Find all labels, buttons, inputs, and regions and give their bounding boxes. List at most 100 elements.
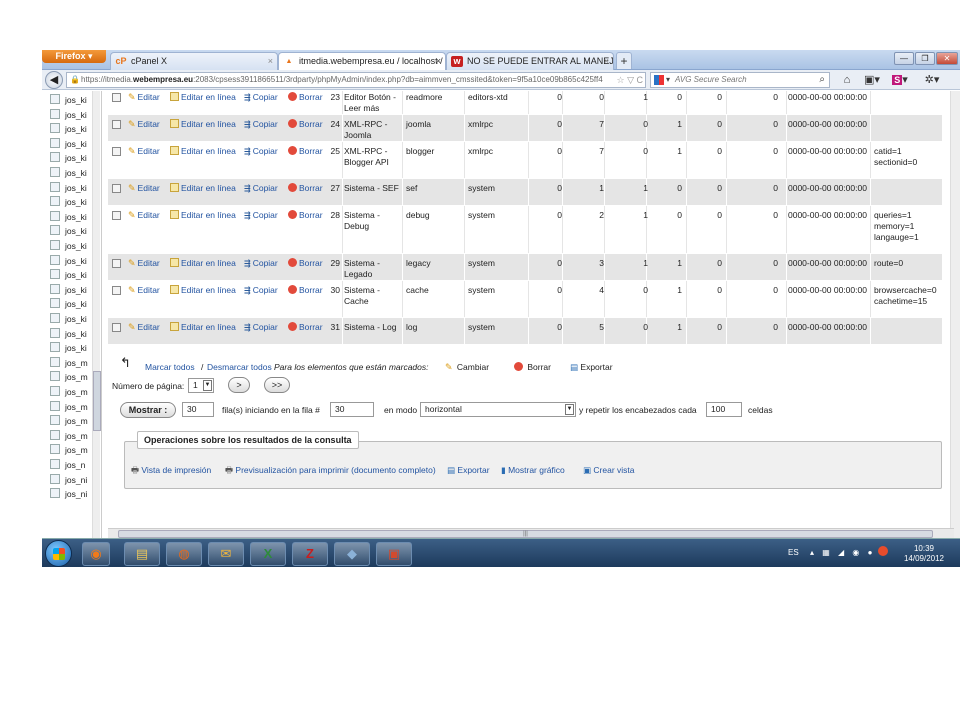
copy-link[interactable]: ⇶ Copiar xyxy=(244,210,278,221)
sidebar-table-item[interactable]: jos_n xyxy=(50,458,85,472)
sidebar-table-item[interactable]: jos_ki xyxy=(50,210,87,224)
explorer-icon[interactable]: ▤ xyxy=(124,542,160,566)
sidebar-table-item[interactable]: jos_m xyxy=(50,443,88,457)
create-view-link[interactable]: ▣ Crear vista xyxy=(583,464,635,476)
edit-link[interactable]: ✎ Editar xyxy=(128,258,160,269)
firefox-menu-button[interactable]: Firefox ▾ xyxy=(42,50,106,63)
tab-cpanel[interactable]: cP cPanel X × xyxy=(110,52,278,70)
minimize-button[interactable]: — xyxy=(894,52,914,65)
rows-count-input[interactable]: 30 xyxy=(182,402,214,417)
scroll-thumb[interactable] xyxy=(93,371,101,431)
sidebar-table-item[interactable]: jos_ki xyxy=(50,195,87,209)
sidebar-table-item[interactable]: jos_ki xyxy=(50,254,87,268)
close-icon[interactable]: × xyxy=(268,53,273,69)
row-checkbox[interactable] xyxy=(112,93,121,102)
show-chart-link[interactable]: ▮ Mostrar gráfico xyxy=(501,464,565,476)
sidebar-scrollbar[interactable] xyxy=(92,91,101,538)
edit-inline-link[interactable]: Editar en línea xyxy=(170,183,236,194)
reload-icon[interactable]: C xyxy=(637,75,644,85)
firefox-icon[interactable]: ◍ xyxy=(166,542,202,566)
edit-link[interactable]: ✎ Editar xyxy=(128,146,160,157)
sidebar-table-item[interactable]: jos_ki xyxy=(50,108,87,122)
sidebar-table-item[interactable]: jos_ki xyxy=(50,137,87,151)
sidebar-table-item[interactable]: jos_m xyxy=(50,414,88,428)
search-icon[interactable]: ⌕ xyxy=(819,73,825,87)
mode-select[interactable]: horizontal ▼ xyxy=(420,402,576,417)
tab-phpmyadmin[interactable]: ▲ itmedia.webempresa.eu / localhost / ..… xyxy=(278,52,446,70)
powerpoint-icon[interactable]: ▣ xyxy=(376,542,412,566)
next-page-button[interactable]: > xyxy=(228,377,250,393)
row-checkbox[interactable] xyxy=(112,120,121,129)
horizontal-scrollbar[interactable]: ||| xyxy=(108,528,954,538)
copy-link[interactable]: ⇶ Copiar xyxy=(244,119,278,130)
sidebar-table-item[interactable]: jos_ki xyxy=(50,239,87,253)
edit-inline-link[interactable]: Editar en línea xyxy=(170,258,236,269)
delete-link[interactable]: Borrar xyxy=(288,210,323,221)
edit-inline-link[interactable]: Editar en línea xyxy=(170,92,236,103)
copy-link[interactable]: ⇶ Copiar xyxy=(244,183,278,194)
media-player-icon[interactable]: ◉ xyxy=(82,542,110,566)
sidebar-table-item[interactable]: jos_ki xyxy=(50,283,87,297)
sidebar-table-item[interactable]: jos_ki xyxy=(50,166,87,180)
sidebar-table-item[interactable]: jos_ki xyxy=(50,122,87,136)
home-icon[interactable]: ⌂ xyxy=(840,72,854,88)
sidebar-table-item[interactable]: jos_m xyxy=(50,429,88,443)
print-view-link[interactable]: 🖶 Vista de impresión xyxy=(131,464,211,476)
delete-link[interactable]: Borrar xyxy=(288,285,323,296)
chevron-down-icon[interactable]: ▾ xyxy=(666,73,670,87)
copy-link[interactable]: ⇶ Copiar xyxy=(244,146,278,157)
delete-link[interactable]: Borrar xyxy=(288,146,323,157)
export-link[interactable]: ▤ Exportar xyxy=(447,464,490,476)
copy-link[interactable]: ⇶ Copiar xyxy=(244,258,278,269)
edit-inline-link[interactable]: Editar en línea xyxy=(170,119,236,130)
language-indicator[interactable]: ES xyxy=(788,548,799,557)
bookmarks-icon[interactable]: ▣▾ xyxy=(862,72,882,88)
edit-link[interactable]: ✎ Editar xyxy=(128,92,160,103)
print-preview-link[interactable]: 🖶 Previsualización para imprimir (docume… xyxy=(225,464,436,476)
sidebar-table-item[interactable]: jos_ki xyxy=(50,327,87,341)
filezilla-icon[interactable]: Z xyxy=(292,542,328,566)
url-bar[interactable]: 🔒 https://itmedia.webempresa.eu:2083/cps… xyxy=(66,72,646,88)
sidebar-table-item[interactable]: jos_ki xyxy=(50,312,87,326)
sidebar-table-item[interactable]: jos_ki xyxy=(50,181,87,195)
excel-icon[interactable]: X xyxy=(250,542,286,566)
row-checkbox[interactable] xyxy=(112,323,121,332)
unmark-all-link[interactable]: Desmarcar todos xyxy=(207,361,272,373)
sidebar-table-item[interactable]: jos_ki xyxy=(50,224,87,238)
alert-icon[interactable] xyxy=(878,546,888,556)
start-row-input[interactable]: 30 xyxy=(330,402,374,417)
outlook-icon[interactable]: ✉ xyxy=(208,542,244,566)
tab-forum[interactable]: w NO SE PUEDE ENTRAR AL MANEJAD... × xyxy=(446,52,614,70)
back-arrow-icon[interactable]: ◀ xyxy=(45,71,63,89)
sidebar-table-item[interactable]: jos_ki xyxy=(50,151,87,165)
edit-link[interactable]: ✎ Editar xyxy=(128,322,160,333)
clock[interactable]: 10:39 14/09/2012 xyxy=(904,544,944,564)
mark-all-link[interactable]: Marcar todos xyxy=(145,361,195,373)
edit-inline-link[interactable]: Editar en línea xyxy=(170,322,236,333)
sidebar-table-item[interactable]: jos_ki xyxy=(50,341,87,355)
show-button[interactable]: Mostrar : xyxy=(120,402,176,418)
notepad-icon[interactable]: ◆ xyxy=(334,542,370,566)
edit-link[interactable]: ✎ Editar xyxy=(128,183,160,194)
delete-link[interactable]: Borrar xyxy=(288,92,323,103)
edit-inline-link[interactable]: Editar en línea xyxy=(170,146,236,157)
scroll-thumb[interactable]: ||| xyxy=(118,530,933,538)
sidebar-table-item[interactable]: jos_m xyxy=(50,370,88,384)
start-button[interactable] xyxy=(45,540,72,567)
close-window-button[interactable]: ✕ xyxy=(936,52,958,65)
sidebar-table-item[interactable]: jos_ki xyxy=(50,93,87,107)
edit-link[interactable]: ✎ Editar xyxy=(128,119,160,130)
last-page-button[interactable]: >> xyxy=(264,377,290,393)
sidebar-table-item[interactable]: jos_ni xyxy=(50,487,87,501)
copy-link[interactable]: ⇶ Copiar xyxy=(244,322,278,333)
main-vertical-scrollbar[interactable] xyxy=(950,91,960,538)
page-number-select[interactable]: 1 ▼ xyxy=(188,378,214,393)
delete-link[interactable]: Borrar xyxy=(288,119,323,130)
tray-icons[interactable]: ▴ ▦ ◢ ◉ ● xyxy=(810,548,875,557)
sidebar-table-item[interactable]: jos_m xyxy=(50,400,88,414)
row-checkbox[interactable] xyxy=(112,211,121,220)
change-button[interactable]: ✎ Cambiar xyxy=(445,361,489,373)
tools-icon[interactable]: ✲▾ xyxy=(920,72,944,88)
sidebar-table-item[interactable]: jos_ki xyxy=(50,268,87,282)
sidebar-table-item[interactable]: jos_m xyxy=(50,385,88,399)
